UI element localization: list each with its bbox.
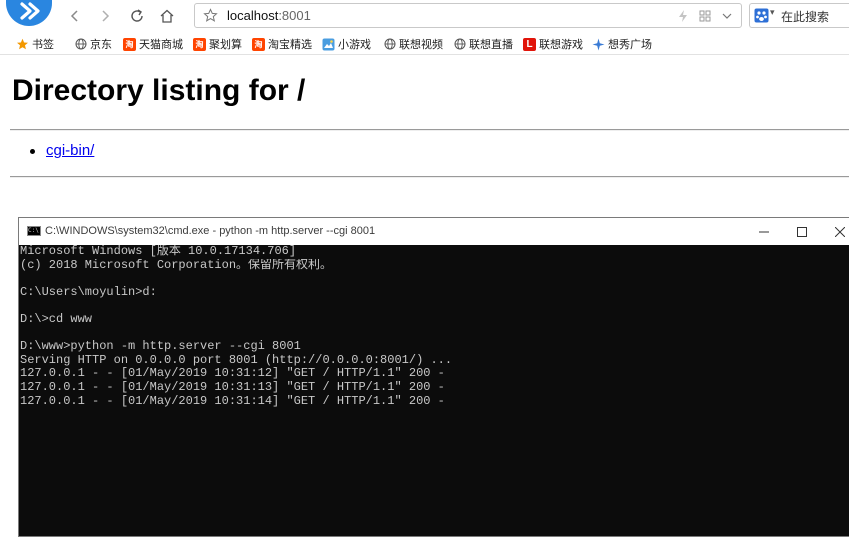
- maximize-button[interactable]: [784, 218, 820, 245]
- engine-caret-icon[interactable]: ▾: [770, 7, 775, 18]
- divider: [10, 129, 849, 131]
- cmd-titlebar[interactable]: C:\ C:\WINDOWS\system32\cmd.exe - python…: [19, 218, 849, 245]
- bookmark-label: 联想游戏: [539, 39, 583, 51]
- url-text: localhost:8001: [227, 8, 311, 23]
- cmd-app-icon: C:\: [27, 226, 41, 236]
- bookmark-label: 想秀广场: [608, 39, 652, 51]
- bookmark-label: 淘宝精选: [268, 39, 312, 51]
- console-line: Microsoft Windows [版本 10.0.17134.706]: [20, 245, 297, 258]
- console-line: D:\www>python -m http.server --cgi 8001: [20, 340, 301, 354]
- url-port: :8001: [278, 8, 311, 23]
- search-box[interactable]: ▾ 在此搜索: [749, 3, 849, 28]
- console-line: C:\Users\moyulin>d:: [20, 285, 157, 299]
- bookmark-label: 联想视频: [399, 39, 443, 51]
- bookmark-item[interactable]: 想秀广场: [592, 36, 652, 52]
- bookmark-label: 京东: [90, 39, 112, 51]
- bookmark-star-icon[interactable]: [203, 8, 218, 28]
- divider: [10, 176, 849, 178]
- console-line: 127.0.0.1 - - [01/May/2019 10:31:13] "GE…: [20, 380, 445, 394]
- bookmark-label: 联想直播: [469, 39, 513, 51]
- browser-logo-icon[interactable]: [6, 0, 52, 26]
- bookmark-item[interactable]: 京东: [74, 36, 112, 52]
- lightning-icon[interactable]: [677, 9, 689, 28]
- search-placeholder: 在此搜索: [781, 10, 830, 24]
- cmd-window[interactable]: C:\ C:\WINDOWS\system32\cmd.exe - python…: [18, 217, 849, 537]
- arrow-right-icon: [102, 10, 110, 22]
- arrow-left-icon: [70, 10, 78, 22]
- qr-grid-icon[interactable]: [699, 9, 711, 27]
- lenovo-icon: L: [523, 37, 536, 51]
- reload-icon: [131, 9, 143, 22]
- bookmark-item[interactable]: 联想直播: [453, 36, 513, 52]
- tmall-icon: 淘: [123, 37, 136, 51]
- console-line: 127.0.0.1 - - [01/May/2019 10:31:12] "GE…: [20, 367, 445, 381]
- tmall-icon: 淘: [252, 37, 265, 51]
- bookmark-label: 天猫商城: [139, 39, 183, 51]
- forward-button[interactable]: [94, 5, 116, 27]
- star-icon: [16, 38, 29, 51]
- page-title: Directory listing for /: [12, 74, 306, 107]
- game-icon: [322, 38, 335, 51]
- maximize-icon: [797, 226, 807, 237]
- bookmark-item[interactable]: 书签: [16, 36, 54, 52]
- bookmark-item[interactable]: 淘 聚划算: [193, 36, 242, 52]
- sparkle-icon: [592, 38, 605, 51]
- browser-toolbar: localhost:8001 ▾ 在此搜索: [0, 0, 849, 32]
- console-output[interactable]: Microsoft Windows [版本 10.0.17134.706] (c…: [19, 245, 849, 408]
- globe-icon: [453, 38, 466, 51]
- close-icon: [835, 226, 845, 237]
- chevron-down-icon[interactable]: [721, 9, 733, 27]
- console-line: (c) 2018 Microsoft Corporation。保留所有权利。: [20, 258, 333, 272]
- list-bullet: [30, 149, 35, 154]
- bookmark-label: 小游戏: [338, 39, 371, 51]
- globe-icon: [74, 38, 87, 51]
- bookmark-item[interactable]: L 联想游戏: [523, 36, 583, 52]
- bookmarks-bar: 书签 京东 淘 天猫商城 淘 聚划算 淘 淘宝精选 小游戏 联想视频 联想直播: [0, 32, 849, 55]
- minimize-button[interactable]: [746, 218, 782, 245]
- reload-button[interactable]: [126, 5, 148, 27]
- home-button[interactable]: [156, 5, 178, 27]
- bookmark-item[interactable]: 联想视频: [383, 36, 443, 52]
- minimize-icon: [759, 231, 769, 232]
- back-button[interactable]: [64, 5, 86, 27]
- address-bar[interactable]: localhost:8001: [194, 3, 742, 28]
- console-line: Serving HTTP on 0.0.0.0 port 8001 (http:…: [20, 353, 453, 367]
- bookmark-label: 书签: [32, 39, 54, 51]
- bookmark-item[interactable]: 小游戏: [322, 36, 371, 52]
- globe-icon: [383, 38, 396, 51]
- tmall-icon: 淘: [193, 37, 206, 51]
- bookmark-item[interactable]: 淘 淘宝精选: [252, 36, 312, 52]
- search-engine-icon[interactable]: [754, 8, 769, 28]
- directory-link-cgi-bin[interactable]: cgi-bin/: [46, 142, 94, 159]
- bookmark-item[interactable]: 淘 天猫商城: [123, 36, 183, 52]
- close-button[interactable]: [822, 218, 849, 245]
- home-icon: [160, 9, 174, 23]
- console-line: 127.0.0.1 - - [01/May/2019 10:31:14] "GE…: [20, 394, 445, 408]
- url-host: localhost: [227, 8, 279, 23]
- cmd-window-title: C:\WINDOWS\system32\cmd.exe - python -m …: [45, 225, 376, 237]
- console-line: D:\>cd www: [20, 312, 93, 326]
- bookmark-label: 聚划算: [209, 39, 242, 51]
